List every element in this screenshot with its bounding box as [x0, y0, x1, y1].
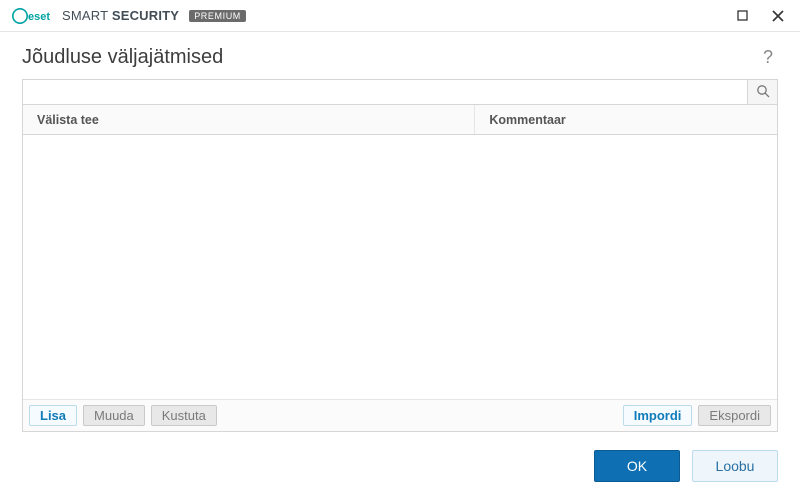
exclusions-table: Välista tee Kommentaar Lisa Muuda Kustut… — [22, 105, 778, 432]
brand: eset SMART SECURITY PREMIUM — [12, 8, 246, 24]
cancel-button[interactable]: Loobu — [692, 450, 778, 482]
dialog-footer: OK Loobu — [0, 432, 800, 500]
header-row: Jõudluse väljajätmised ? — [0, 32, 800, 79]
close-button[interactable] — [764, 4, 792, 28]
eset-logo-icon: eset — [12, 8, 56, 24]
content-area: Välista tee Kommentaar Lisa Muuda Kustut… — [0, 79, 800, 432]
search-input[interactable] — [23, 80, 747, 104]
search-icon — [756, 84, 770, 101]
page-title: Jõudluse väljajätmised — [22, 46, 223, 69]
titlebar: eset SMART SECURITY PREMIUM — [0, 0, 800, 32]
table-body[interactable] — [23, 135, 777, 399]
delete-button[interactable]: Kustuta — [151, 405, 217, 426]
table-header: Välista tee Kommentaar — [23, 105, 777, 135]
help-button[interactable]: ? — [758, 47, 778, 68]
edit-button[interactable]: Muuda — [83, 405, 145, 426]
import-button[interactable]: Impordi — [623, 405, 693, 426]
search-row — [22, 79, 778, 105]
add-button[interactable]: Lisa — [29, 405, 77, 426]
column-header-path[interactable]: Välista tee — [23, 105, 475, 134]
window-controls — [728, 4, 792, 28]
export-button[interactable]: Ekspordi — [698, 405, 771, 426]
svg-text:eset: eset — [28, 11, 50, 23]
brand-text: SMART SECURITY — [62, 8, 179, 23]
ok-button[interactable]: OK — [594, 450, 680, 482]
column-header-comment[interactable]: Kommentaar — [475, 105, 777, 134]
brand-name-light: SMART — [62, 8, 108, 23]
search-button[interactable] — [747, 80, 777, 104]
brand-badge: PREMIUM — [189, 10, 246, 22]
brand-name-bold: SECURITY — [112, 8, 179, 23]
table-actions: Lisa Muuda Kustuta Impordi Ekspordi — [23, 399, 777, 431]
maximize-button[interactable] — [728, 4, 756, 28]
